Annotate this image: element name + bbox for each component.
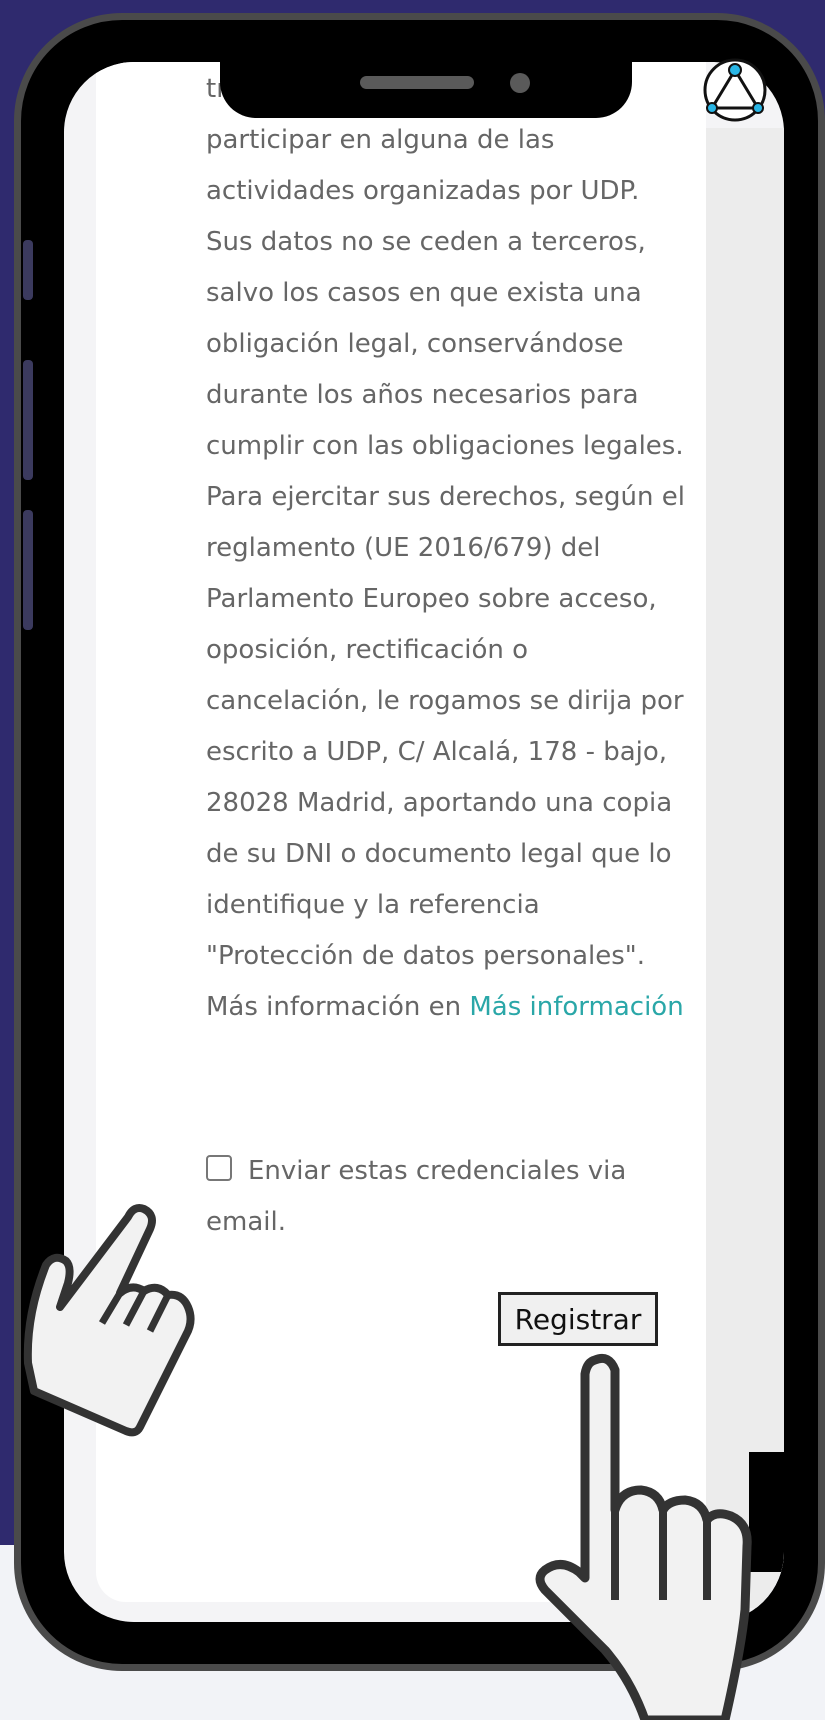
front-camera	[510, 73, 530, 93]
udp-logo-icon	[703, 58, 767, 122]
register-button[interactable]: Registrar	[498, 1292, 658, 1346]
phone-side-button	[23, 240, 33, 300]
send-credentials-checkbox[interactable]	[206, 1154, 232, 1181]
pointing-hand-icon	[23, 1204, 195, 1437]
more-info-prefix: Más información en	[206, 992, 462, 1022]
phone-notch	[220, 54, 632, 118]
more-info-link[interactable]: Más información	[469, 992, 683, 1022]
pointing-hand-icon	[535, 1353, 752, 1720]
privacy-text: tratamiento de sus datos para participar…	[206, 74, 685, 971]
privacy-notice: tratamiento de sus datos para participar…	[206, 64, 686, 1033]
send-credentials-row[interactable]: Enviar estas credenciales via email.	[206, 1146, 686, 1248]
send-credentials-label: Enviar estas credenciales via email.	[206, 1156, 627, 1237]
phone-side-button	[23, 360, 33, 480]
phone-side-button	[23, 510, 33, 630]
speaker-grille	[360, 76, 474, 89]
